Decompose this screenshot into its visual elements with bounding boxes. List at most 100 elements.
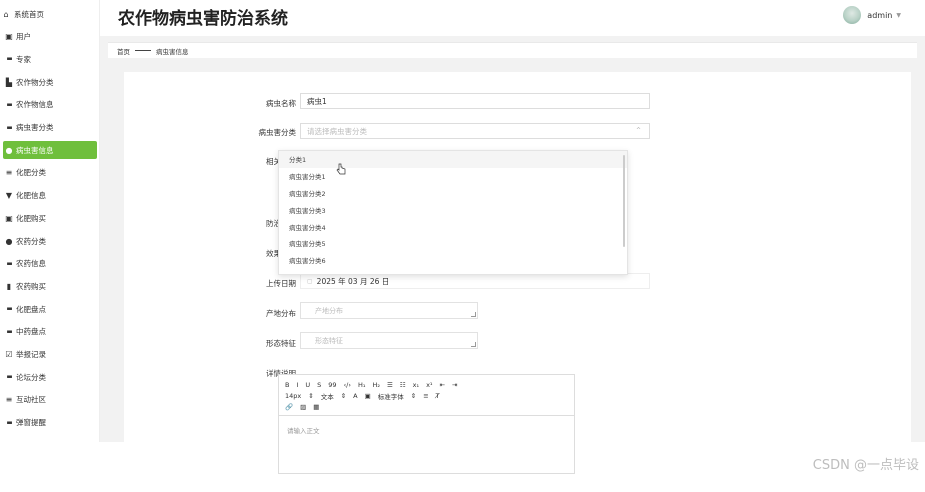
editor-toolbar-button[interactable]: 🔗 [285,403,293,411]
editor-placeholder[interactable]: 请输入正文 [279,416,574,444]
sidebar-item-label: 化肥盘点 [16,304,46,315]
sidebar-item-5[interactable]: ▪▪病虫害分类 [3,119,97,137]
sidebar-item-16[interactable]: ▪▪论坛分类 [3,368,97,386]
editor-toolbar-button[interactable]: ⇕ [341,392,346,400]
sidebar-item-12[interactable]: ▮农药购买 [3,277,97,295]
editor-toolbar-button[interactable]: 标准字体 [378,391,404,401]
category-placeholder: 请选择病虫害分类 [307,126,367,137]
sidebar-item-label: 中药盘点 [16,326,46,337]
sidebar-item-11[interactable]: ▪▪农药信息 [3,255,97,273]
dropdown-option[interactable]: 病虫害分类3 [279,201,627,218]
editor-toolbar-button[interactable]: U [305,381,310,389]
sidebar-item-label: 化肥分类 [16,167,46,178]
editor-toolbar-button[interactable]: ▣ [365,392,371,400]
person-icon: ● [4,236,14,246]
dropdown-option[interactable]: 病虫害分类4 [279,218,627,235]
editor-toolbar-button[interactable]: 文本 [321,391,334,401]
dropdown-option[interactable]: 病虫害分类2 [279,185,627,202]
calendar-icon: ▢ [307,278,313,285]
avatar[interactable] [843,6,861,24]
editor-toolbar-button[interactable]: x₁ [413,381,419,389]
grid-icon: ▪▪ [4,372,14,382]
editor-toolbar-button[interactable]: B [285,381,289,389]
distribution-label: 产地分布 [236,308,296,319]
editor-toolbar-button[interactable]: ⇤ [440,381,445,389]
sidebar-item-label: 农药购买 [16,281,46,292]
sidebar-item-label: 论坛分类 [16,372,46,383]
editor-toolbar-button[interactable]: H₁ [358,381,366,389]
editor-toolbar-button[interactable]: H₂ [372,381,380,389]
editor-toolbar-button[interactable]: ⇕ [308,392,313,400]
rich-text-editor[interactable]: BIUS 99 ‹/› H₁ H₂ ☰ ☷ x₁ x¹ ⇤ ⇥ 14px ⇕ 文本 ⇕ A ▣ 标准字体 ⇕ ≡ T̸… [278,374,575,474]
editor-toolbar-button[interactable]: x¹ [426,381,432,389]
chevron-down-icon[interactable]: ▼ [896,12,901,19]
editor-toolbar-button[interactable]: ⇥ [452,381,457,389]
sidebar-item-label: 化肥信息 [16,190,46,201]
breadcrumb: 首页 病虫害信息 [108,42,917,58]
list-icon: ≡ [4,168,14,178]
chart-icon: ▮ [4,281,14,291]
cup-icon: ▼ [4,191,14,201]
sidebar-item-label: 病虫害信息 [16,145,54,156]
sidebar-item-14[interactable]: ▪▪中药盘点 [3,323,97,341]
dropdown-option[interactable]: 病虫害分类1 [279,168,627,185]
editor-toolbar-button[interactable]: ‹/› [344,381,351,389]
feature-textarea[interactable]: 形态特征 [300,332,478,349]
sidebar-item-1[interactable]: ▣用户 [3,28,97,46]
editor-toolbar-button[interactable]: ▦ [313,403,319,411]
sidebar-item-4[interactable]: ▪▪农作物信息 [3,96,97,114]
name-input[interactable]: 病虫1 [300,93,650,109]
sidebar-item-17[interactable]: ≡互动社区 [3,391,97,409]
dropdown-option[interactable]: 分类1 [279,151,627,168]
date-value: 2025 年 03 月 26 日 [317,276,390,287]
car-icon: ▙ [4,77,14,87]
editor-toolbar-button[interactable]: S [317,381,321,389]
editor-toolbar-button[interactable]: I [296,381,298,389]
sidebar-item-2[interactable]: ▪▪专家 [3,50,97,68]
user-menu[interactable]: admin ▼ [843,6,901,24]
editor-toolbar: BIUS 99 ‹/› H₁ H₂ ☰ ☷ x₁ x¹ ⇤ ⇥ 14px ⇕ 文本 ⇕ A ▣ 标准字体 ⇕ ≡ T̸… [279,375,574,416]
sidebar-item-9[interactable]: ▣化肥购买 [3,209,97,227]
editor-toolbar-button[interactable]: ☰ [387,381,393,389]
editor-toolbar-button[interactable]: 14px [285,392,301,400]
grid-icon: ▪▪ [4,327,14,337]
distribution-textarea[interactable]: 产地分布 [300,302,478,319]
editor-toolbar-button[interactable]: A [353,392,357,400]
editor-toolbar-button[interactable]: 99 [328,381,336,389]
name-label: 病虫名称 [236,98,296,109]
grid-icon: ▪▪ [4,123,14,133]
sidebar-item-label: 举报记录 [16,349,46,360]
sidebar-item-10[interactable]: ●农药分类 [3,232,97,250]
sidebar-item-6[interactable]: ●病虫害信息 [3,141,97,159]
grid-icon: ▪▪ [4,54,14,64]
bulb-icon: ● [4,145,14,155]
sidebar-item-3[interactable]: ▙农作物分类 [3,73,97,91]
dropdown-option[interactable]: 病虫害分类5 [279,235,627,252]
editor-toolbar-button[interactable]: ☷ [400,381,406,389]
editor-toolbar-button[interactable]: T̸ [436,392,440,400]
dropdown-scrollbar[interactable] [623,155,625,247]
sidebar-item-label: 用户 [16,31,31,42]
username[interactable]: admin [867,11,892,20]
editor-toolbar-button[interactable]: ⇕ [411,392,416,400]
sidebar-item-15[interactable]: ☑举报记录 [3,346,97,364]
header: 农作物病虫害防治系统 admin ▼ [100,0,925,36]
editor-toolbar-button[interactable]: ≡ [423,392,428,400]
sidebar-item-label: 弹窗提醒 [16,417,46,428]
category-select[interactable]: 请选择病虫害分类 ^ [300,123,650,139]
editor-toolbar-button[interactable]: ▨ [300,403,306,411]
dropdown-option[interactable]: 病虫害分类6 [279,252,627,269]
sidebar-item-8[interactable]: ▼化肥信息 [3,187,97,205]
dropdown-option[interactable]: 病虫害分类7 [279,269,627,275]
sidebar-item-0[interactable]: ⌂系统首页 [0,5,94,23]
breadcrumb-home[interactable]: 首页 [117,46,130,56]
sidebar-item-label: 农药分类 [16,236,46,247]
sidebar-item-7[interactable]: ≡化肥分类 [3,164,97,182]
home-icon: ⌂ [1,9,11,19]
app-title: 农作物病虫害防治系统 [118,4,288,29]
grid-icon: ▪▪ [4,418,14,428]
sidebar-item-13[interactable]: ▪▪化肥盘点 [3,300,97,318]
date-input[interactable]: ▢ 2025 年 03 月 26 日 [300,273,650,289]
sidebar-item-18[interactable]: ▪▪弹窗提醒 [3,414,97,432]
chevron-up-icon[interactable]: ^ [636,127,641,134]
